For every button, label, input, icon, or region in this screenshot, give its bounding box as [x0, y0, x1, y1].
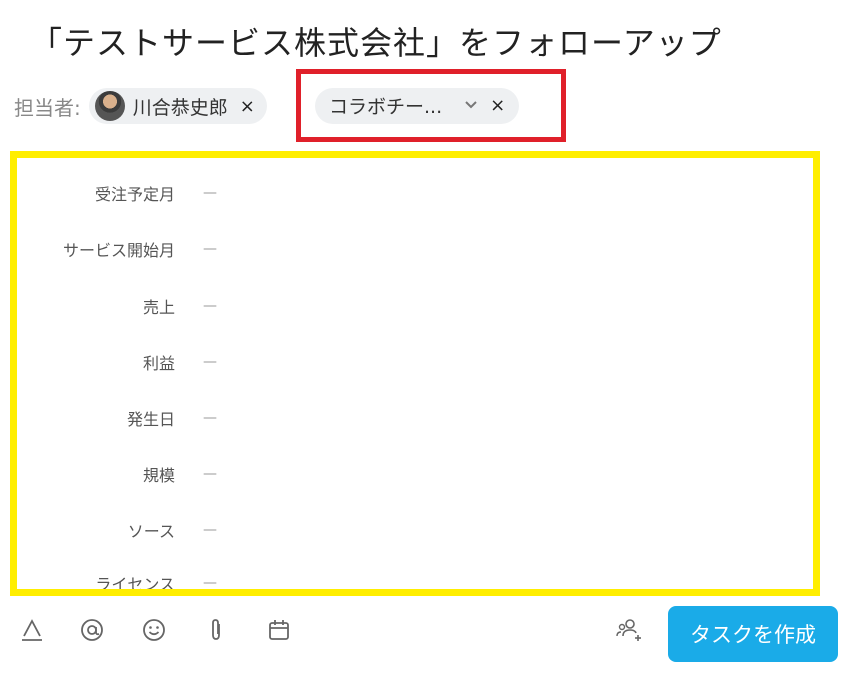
field-row: ライセンス — — [17, 568, 217, 594]
field-value[interactable]: — — [203, 185, 217, 201]
field-row: サービス開始月 — — [17, 234, 217, 264]
field-value[interactable]: — — [203, 354, 217, 370]
field-label: 規模 — [142, 466, 175, 485]
remove-assignee-icon[interactable]: × — [240, 96, 255, 117]
field-value[interactable]: — — [203, 241, 217, 257]
add-collaborator-icon[interactable] — [614, 616, 642, 644]
field-label: 発生日 — [126, 410, 175, 429]
field-value[interactable]: — — [203, 298, 217, 314]
assignee-chip[interactable]: 川合恭史郎 × — [88, 88, 267, 124]
calendar-icon[interactable] — [265, 616, 293, 644]
assignee-name: 川合恭史郎 — [132, 96, 228, 119]
page-title: 「テストサービス株式会社」をフォローアップ — [30, 24, 722, 62]
emoji-icon[interactable] — [140, 616, 168, 644]
field-label: 売上 — [142, 298, 175, 317]
field-row: 利益 — — [17, 347, 217, 377]
field-label: サービス開始月 — [62, 241, 175, 260]
team-selector-highlight: コラボチー... × — [296, 69, 566, 142]
field-label: 利益 — [142, 354, 175, 373]
field-row: 受注予定月 — — [17, 178, 217, 208]
field-row: 発生日 — — [17, 403, 217, 433]
assignee-row: 担当者: 川合恭史郎 × — [14, 84, 267, 128]
field-row: 売上 — — [17, 291, 217, 321]
field-value[interactable]: — — [203, 466, 217, 482]
text-format-icon[interactable] — [18, 616, 46, 644]
mention-icon[interactable] — [78, 616, 106, 644]
create-task-button[interactable]: タスクを作成 — [668, 606, 838, 662]
field-value[interactable]: — — [203, 575, 217, 589]
remove-team-icon[interactable]: × — [490, 95, 505, 116]
field-value[interactable]: — — [203, 522, 217, 538]
assignee-label: 担当者: — [14, 95, 81, 120]
custom-fields-panel: 受注予定月 — サービス開始月 — 売上 — 利益 — 発生日 — 規模 — ソ… — [10, 151, 820, 596]
field-row: ソース — — [17, 515, 217, 545]
chevron-down-icon[interactable] — [464, 98, 478, 114]
field-label: ソース — [127, 522, 175, 541]
field-label: ライセンス — [95, 575, 175, 594]
team-chip[interactable]: コラボチー... × — [315, 87, 520, 124]
avatar — [94, 91, 125, 121]
field-row: 規模 — — [17, 459, 217, 489]
field-label: 受注予定月 — [94, 185, 175, 204]
field-value[interactable]: — — [203, 410, 217, 426]
team-name: コラボチー... — [329, 96, 443, 118]
attachment-icon[interactable] — [202, 616, 230, 644]
